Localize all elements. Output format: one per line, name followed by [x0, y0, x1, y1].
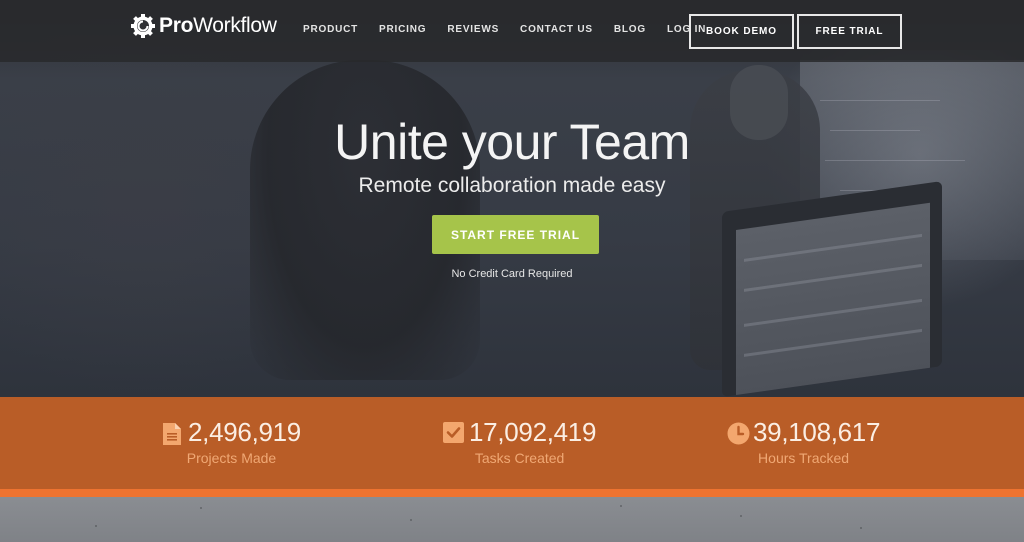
stat-value: 39,108,617 [753, 417, 881, 447]
stat-value: 17,092,419 [469, 417, 597, 447]
stat-projects: 2,496,919 Projects Made [162, 417, 301, 466]
nav-links: PRODUCT PRICING REVIEWS CONTACT US BLOG … [303, 24, 727, 35]
start-free-trial-button[interactable]: START FREE TRIAL [432, 215, 599, 254]
nav-link-contact-us[interactable]: CONTACT US [520, 24, 593, 35]
proworkflow-logo[interactable]: ProWorkflow [130, 13, 277, 39]
nav-link-product[interactable]: PRODUCT [303, 24, 358, 35]
book-demo-button[interactable]: BOOK DEMO [689, 14, 794, 49]
document-icon [162, 422, 182, 445]
stat-value: 2,496,919 [188, 417, 301, 447]
clock-icon [727, 422, 750, 444]
stat-label: Tasks Created [474, 450, 565, 466]
cta-note: No Credit Card Required [451, 268, 573, 280]
logo-text-light: Workflow [193, 14, 277, 37]
top-navigation: ProWorkflow PRODUCT PRICING REVIEWS CONT… [0, 0, 1024, 62]
stat-hours: 39,108,617 Hours Tracked [727, 417, 880, 466]
concrete-background-section [0, 497, 1024, 542]
logo-text: ProWorkflow [159, 14, 277, 38]
stat-tasks: 17,092,419 Tasks Created [443, 417, 596, 466]
stat-label: Projects Made [186, 450, 277, 466]
page: Unite your Team Remote collaboration mad… [0, 0, 1024, 542]
accent-stripe [0, 489, 1024, 497]
logo-text-bold: Pro [159, 14, 194, 37]
laptop-image [722, 181, 942, 397]
free-trial-button[interactable]: FREE TRIAL [797, 14, 902, 49]
nav-link-reviews[interactable]: REVIEWS [447, 24, 499, 35]
hero-subheadline: Remote collaboration made easy [358, 174, 666, 197]
laptop-screen [736, 202, 930, 396]
gear-logo-icon [130, 13, 156, 39]
hero-headline: Unite your Team [334, 114, 690, 170]
nav-link-pricing[interactable]: PRICING [379, 24, 426, 35]
checkbox-icon [443, 421, 464, 444]
stats-bar: 2,496,919 Projects Made 17,092,419 Tasks… [0, 397, 1024, 489]
stat-label: Hours Tracked [758, 450, 850, 466]
nav-link-blog[interactable]: BLOG [614, 24, 646, 35]
